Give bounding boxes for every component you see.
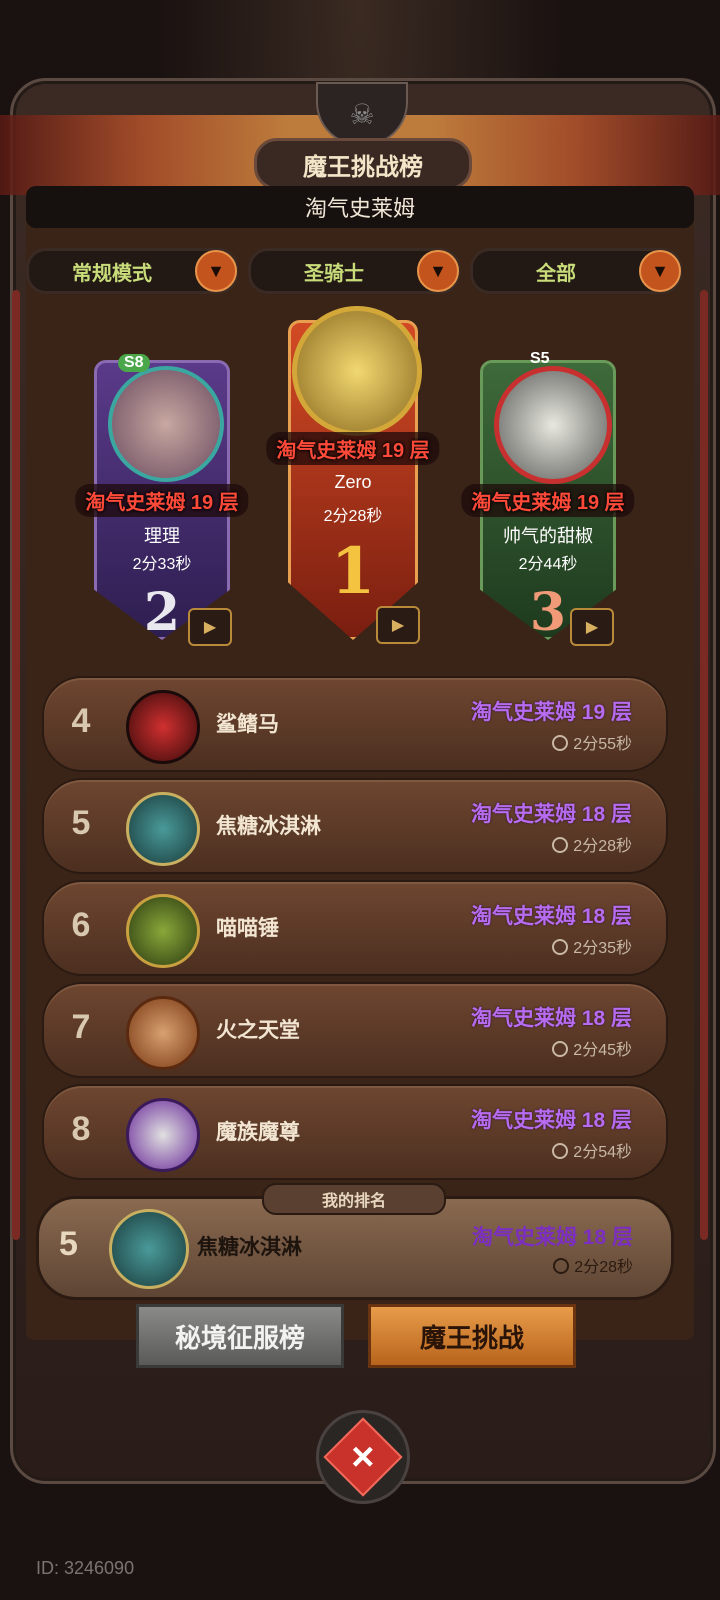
tab-conquest-leaderboard[interactable]: 秘境征服榜 [136,1304,344,1368]
player-name: 火之天堂 [216,1019,300,1042]
filter-scope-label: 全部 [536,262,576,285]
rank-number: 8 [71,1110,91,1148]
podium-first[interactable]: 淘气史莱姆 19 层 Zero 2分28秒 1 ▶ [266,306,440,644]
user-id: ID: 3246090 [36,1558,135,1578]
player-avatar [126,996,200,1070]
floor-text: 淘气史莱姆 18 层 [470,1007,632,1030]
player-avatar [126,792,200,866]
close-button[interactable]: × [316,1410,410,1504]
clock-icon [552,837,569,853]
podium-second[interactable]: S8 淘气史莱姆 19 层 理理 2分33秒 2 ▶ [75,354,249,646]
player-avatar [126,1098,200,1172]
page-title: 魔王挑战榜 [254,138,472,190]
player-avatar [126,894,200,968]
list-item[interactable]: 4 鲨鳍马 淘气史莱姆 19 层 2分55秒 [42,676,668,772]
floor-text: 淘气史莱姆 18 层 [471,1226,633,1249]
podium-third-time: 2分44秒 [518,556,578,573]
video-icon[interactable]: ▶ [570,608,614,646]
chevron-down-icon: ▼ [417,250,459,292]
time-text: 2分54秒 [552,1138,632,1162]
podium-first-floor: 淘气史莱姆 19 层 [266,432,440,465]
floor-text: 淘气史莱姆 18 层 [470,1109,632,1132]
player-avatar [292,306,422,436]
podium-second-name: 理理 [144,526,180,546]
filter-scope-dropdown[interactable]: 全部 ▼ [470,248,682,294]
time-text: 2分55秒 [552,730,632,754]
podium-first-name: Zero [334,472,372,492]
filter-class-label: 圣骑士 [304,262,364,285]
video-icon[interactable]: ▶ [188,608,232,646]
list-item[interactable]: 5 焦糖冰淇淋 淘气史莱姆 18 层 2分28秒 [42,778,668,874]
chevron-down-icon: ▼ [195,250,237,292]
video-icon[interactable]: ▶ [376,606,420,644]
time-text: 2分28秒 [552,832,632,856]
player-name: 魔族魔尊 [216,1121,300,1144]
rank-number: 5 [59,1225,78,1263]
season-badge: S8 [118,354,150,372]
my-rank-label: 我的排名 [262,1183,446,1215]
player-avatar [109,1209,189,1289]
clock-icon [552,939,569,955]
right-rail [700,290,708,1240]
podium-third[interactable]: S5 淘气史莱姆 19 层 帅气的甜椒 2分44秒 3 ▶ [461,350,635,646]
list-item[interactable]: 6 喵喵锤 淘气史莱姆 18 层 2分35秒 [42,880,668,976]
chevron-down-icon: ▼ [639,250,681,292]
clock-icon [553,1258,570,1274]
podium-third-name: 帅气的甜椒 [503,526,593,546]
player-avatar [494,366,612,484]
season-badge: S5 [530,350,550,367]
filter-mode-dropdown[interactable]: 常规模式 ▼ [26,248,238,294]
rank-number: 4 [71,702,91,740]
floor-text: 淘气史莱姆 18 层 [470,803,632,826]
podium-second-floor: 淘气史莱姆 19 层 [75,484,249,517]
list-item[interactable]: 8 魔族魔尊 淘气史莱姆 18 层 2分54秒 [42,1084,668,1180]
player-avatar [126,690,200,764]
list-item[interactable]: 7 火之天堂 淘气史莱姆 18 层 2分45秒 [42,982,668,1078]
time-text: 2分35秒 [552,934,632,958]
floor-text: 淘气史莱姆 18 层 [470,905,632,928]
time-text: 2分28秒 [553,1253,633,1277]
rank-number: 7 [71,1008,91,1046]
rank-number: 5 [71,804,91,842]
player-name: 鲨鳍马 [216,713,279,736]
clock-icon [552,735,569,751]
player-name: 焦糖冰淇淋 [216,815,321,838]
podium-third-floor: 淘气史莱姆 19 层 [461,484,635,517]
boss-name: 淘气史莱姆 [26,186,694,228]
player-name: 喵喵锤 [216,917,279,940]
podium-first-time: 2分28秒 [323,508,383,525]
podium-first-rank: 1 [330,534,376,609]
podium-second-time: 2分33秒 [132,556,192,573]
filter-mode-label: 常规模式 [72,262,152,285]
time-text: 2分45秒 [552,1036,632,1060]
clock-icon [552,1041,569,1057]
clock-icon [552,1143,569,1159]
player-name: 焦糖冰淇淋 [197,1236,302,1259]
floor-text: 淘气史莱姆 19 层 [470,701,632,724]
left-rail [12,290,20,1240]
player-avatar [108,366,224,482]
close-icon: × [323,1417,403,1497]
rank-number: 6 [71,906,91,944]
tab-demon-challenge[interactable]: 魔王挑战 [368,1304,576,1368]
filter-class-dropdown[interactable]: 圣骑士 ▼ [248,248,460,294]
